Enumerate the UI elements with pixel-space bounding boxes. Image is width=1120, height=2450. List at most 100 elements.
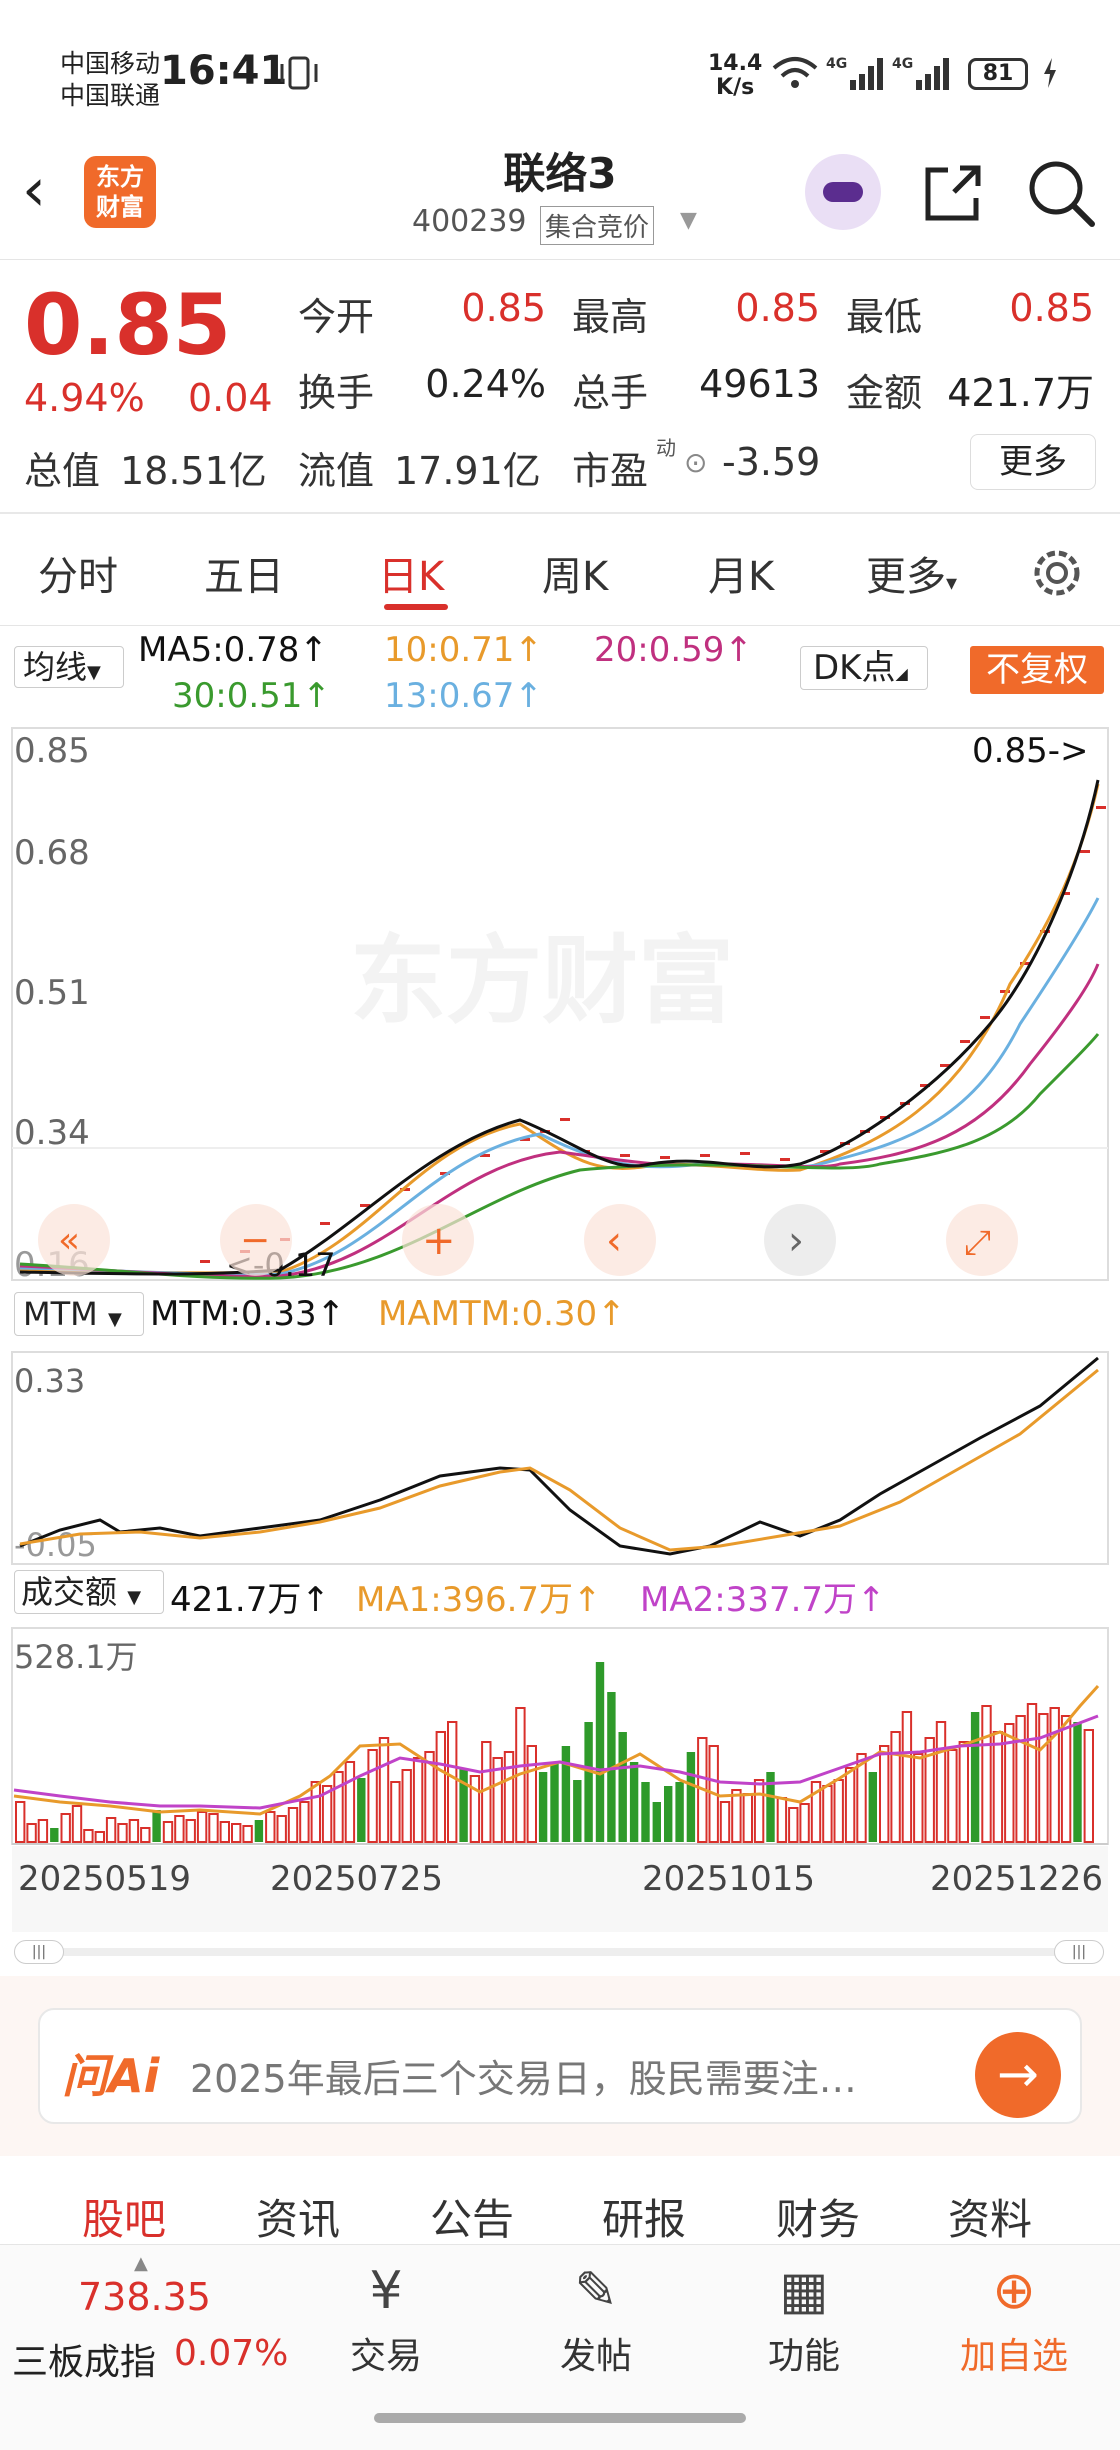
adjust-button[interactable]: 不复权 <box>970 646 1104 694</box>
nav-trade[interactable]: ¥ 交易 <box>316 2255 456 2379</box>
kline-chart[interactable]: 东方财富 0.85 0.68 0.51 0.34 0.16 0.85-> <-0… <box>0 724 1120 1284</box>
share-icon[interactable] <box>918 158 988 228</box>
caret-down-icon[interactable]: ▼ <box>680 208 697 233</box>
candle <box>620 1154 630 1157</box>
candle <box>1080 850 1090 853</box>
volume-label: 总手 <box>572 371 649 415</box>
ma13-value: 13:0.67↑ <box>384 676 543 716</box>
volume-bar <box>595 1662 605 1842</box>
tab-daily-k[interactable]: 日K <box>378 544 444 602</box>
ask-ai-prompt[interactable]: 2025年最后三个交易日，股民需要注… <box>190 2048 930 2103</box>
nav-trade-label: 交易 <box>349 2336 422 2377</box>
plus-circle-icon: ⊕ <box>992 2261 1036 2321</box>
volume-bar <box>776 1797 788 1843</box>
carrier-2: 中国联通 <box>60 81 161 110</box>
volume-ma2: MA2:337.7万↑ <box>640 1580 886 1620</box>
volume-bar <box>890 1731 901 1843</box>
search-icon[interactable] <box>1024 156 1098 230</box>
volume-bar <box>367 1749 378 1843</box>
index-name[interactable]: 三板成指 <box>12 2333 156 2385</box>
date-label-1: 20250519 <box>18 1859 191 1899</box>
chart-scrollbar[interactable]: ||| ||| <box>14 1940 1104 1964</box>
volume-bar <box>901 1711 913 1843</box>
candle <box>980 1016 990 1019</box>
candle <box>700 1154 710 1157</box>
tab-intraday[interactable]: 分时 <box>38 544 118 602</box>
volume-bar <box>276 1815 287 1843</box>
tab-weekly-k[interactable]: 周K <box>542 544 608 602</box>
tab-profile[interactable]: 资料 <box>948 2186 1032 2247</box>
volume-bar <box>981 1705 992 1843</box>
volume-value: 421.7万↑ <box>170 1580 330 1620</box>
scroll-handle-right[interactable]: ||| <box>1054 1940 1104 1964</box>
auction-badge[interactable]: 集合竞价 <box>540 206 655 245</box>
volume-bar <box>503 1751 515 1843</box>
dk-point-selector[interactable]: DK点◢ <box>800 646 928 690</box>
tab-guba[interactable]: 股吧 <box>82 2186 166 2247</box>
status-time: 16:41 <box>160 48 288 94</box>
home-indicator[interactable] <box>374 2413 746 2423</box>
nav-post[interactable]: ✎ 发帖 <box>526 2255 666 2379</box>
ma-selector[interactable]: 均线▼ <box>14 646 124 688</box>
tab-news[interactable]: 资讯 <box>256 2186 340 2247</box>
tab-more[interactable]: 更多▾ <box>866 544 957 602</box>
content-tabs: 股吧 资讯 公告 研报 财务 资料 <box>0 2156 1120 2246</box>
tab-five-day[interactable]: 五日 <box>204 544 284 602</box>
scroll-handle-left[interactable]: ||| <box>14 1940 64 1964</box>
date-label-3: 20251015 <box>642 1859 815 1899</box>
volume-bar <box>799 1803 810 1843</box>
svg-text:4G: 4G <box>826 56 847 72</box>
arrow-right-icon[interactable]: → <box>975 2032 1061 2118</box>
tab-monthly-k[interactable]: 月K <box>708 544 774 602</box>
mtm-chart[interactable]: 0.33 -0.05 <box>0 1350 1120 1566</box>
nav-add-watchlist[interactable]: ⊕ 加自选 <box>944 2255 1084 2379</box>
status-bar: 中国移动 中国联通 16:41 14.4 K/s 4G 4G 81 <box>0 0 1120 150</box>
volume-chart[interactable]: 528.1万 20250519 20250725 20251015 202512… <box>0 1626 1120 1932</box>
more-button[interactable]: 更多 <box>970 434 1096 490</box>
volume-bar <box>1083 1729 1094 1843</box>
y-label-4: 0.34 <box>14 1113 90 1153</box>
volume-bar <box>618 1732 627 1842</box>
volume-bar <box>162 1821 174 1843</box>
battery-level: 81 <box>968 58 1028 90</box>
volume-bar <box>71 1805 83 1843</box>
volume-bar <box>629 1762 639 1842</box>
volume-bar <box>174 1815 185 1843</box>
signal-1-icon: 4G <box>826 56 883 90</box>
latest-price-label: 0.85-> <box>972 731 1088 771</box>
volume-bar <box>526 1745 537 1843</box>
tab-finance[interactable]: 财务 <box>776 2186 860 2247</box>
bottom-bar: ▲ 738.35 三板成指 0.07% ¥ 交易 ✎ 发帖 ▦ 功能 ⊕ 加自选 <box>0 2244 1120 2450</box>
volume-bar <box>128 1819 140 1843</box>
index-value[interactable]: 738.35 <box>78 2275 211 2319</box>
high-value: 0.85 <box>735 286 820 330</box>
grid-icon: ▦ <box>779 2261 829 2321</box>
tab-announcements[interactable]: 公告 <box>430 2186 514 2247</box>
nav-functions[interactable]: ▦ 功能 <box>734 2255 874 2379</box>
ai-robot-icon[interactable] <box>805 154 881 230</box>
info-icon[interactable]: ⊙ <box>684 446 707 479</box>
open-label: 今开 <box>298 295 375 339</box>
volume-bar <box>459 1768 468 1842</box>
gear-icon[interactable] <box>1026 542 1088 604</box>
mtm-selector[interactable]: MTM ▼ <box>14 1292 144 1336</box>
volume-bar <box>788 1807 799 1843</box>
float-value: 17.91亿 <box>394 449 541 493</box>
volume-bar <box>447 1721 458 1843</box>
y-label-2: 0.68 <box>14 833 90 873</box>
volume-bar <box>664 1786 673 1842</box>
double-chevron-left-icon: « <box>58 1220 80 1261</box>
candle <box>660 1156 670 1159</box>
watermark: 东方财富 <box>350 925 734 1037</box>
volume-selector[interactable]: 成交额 ▼ <box>14 1570 164 1614</box>
low-value: 0.85 <box>1009 286 1094 330</box>
volume-bar <box>1015 1715 1026 1843</box>
volume-bar <box>584 1722 593 1842</box>
volume-bar <box>299 1801 310 1843</box>
tab-research[interactable]: 研报 <box>602 2186 686 2247</box>
candle <box>740 1152 750 1155</box>
volume-bar <box>401 1769 412 1843</box>
volume-y-top: 528.1万 <box>14 1638 138 1676</box>
charging-icon <box>1044 58 1056 88</box>
ask-ai-bar[interactable]: 问Ai 2025年最后三个交易日，股民需要注… → <box>38 2008 1082 2124</box>
